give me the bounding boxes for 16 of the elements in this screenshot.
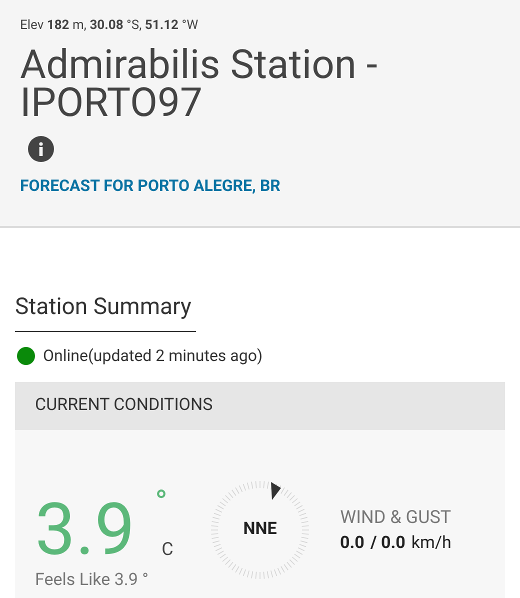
degree-symbol: ° (154, 486, 168, 520)
location-line: Elev 182 m, 30.08 °S, 51.12 °W (20, 17, 200, 35)
wind-direction: NNE (243, 518, 277, 541)
status-text: Online(updated 2 minutes ago) (43, 344, 263, 366)
gust-speed: / 0.0 (370, 532, 406, 554)
section-heading: Station Summary (15, 290, 196, 332)
station-title: Admirabilis Station - IPORTO97 (20, 46, 378, 122)
card-heading: CURRENT CONDITIONS (35, 394, 213, 417)
wind-unit: km/h (411, 532, 452, 554)
temperature-unit: C (162, 538, 174, 562)
info-icon[interactable] (28, 136, 54, 162)
forecast-link[interactable]: FORECAST FOR PORTO ALEGRE, BR (20, 174, 500, 198)
temperature-value: 3.9 (35, 490, 135, 570)
feels-like: Feels Like 3.9 ° (35, 568, 150, 592)
wind-speed: 0.0 (340, 532, 364, 554)
wind-label: WIND & GUST (340, 506, 452, 530)
